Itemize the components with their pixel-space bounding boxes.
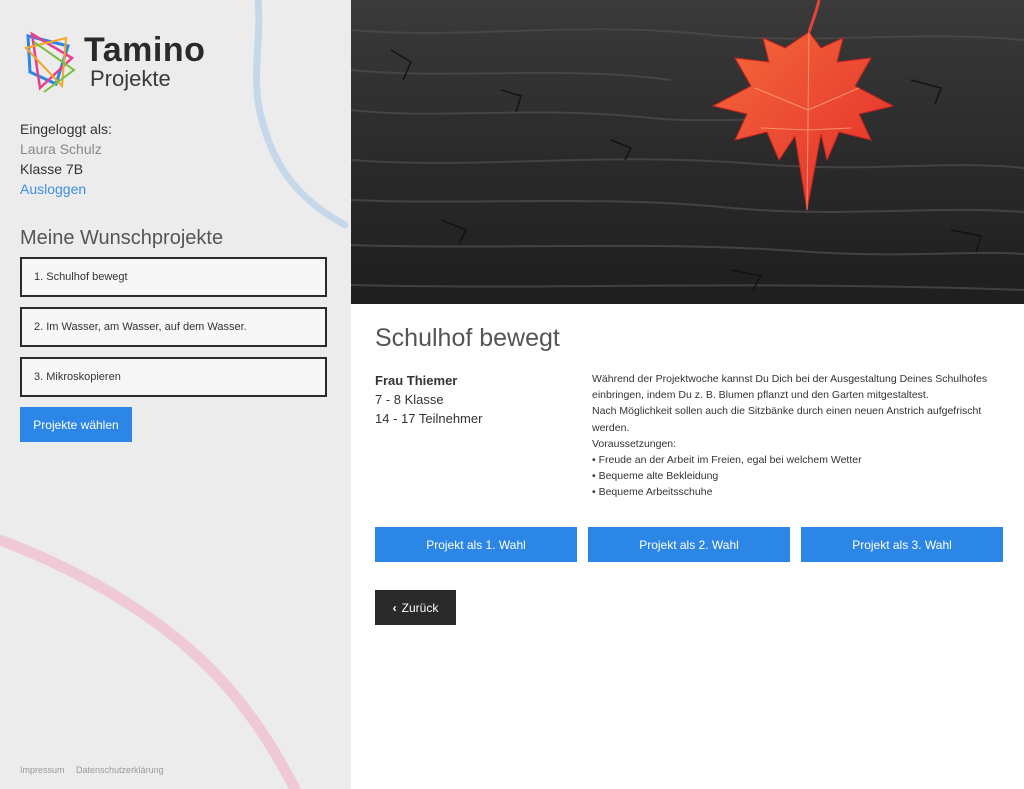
wishlist-item[interactable]: 2. Im Wasser, am Wasser, auf dem Wasser. [20,307,327,347]
logo[interactable]: Tamino Projekte [22,26,242,96]
privacy-link[interactable]: Datenschutzerklärung [76,765,164,775]
login-info: Eingeloggt als: Laura Schulz Klasse 7B A… [20,119,112,199]
wishlist-title: Meine Wunschprojekte [20,227,224,249]
hero-image [351,0,1024,304]
maple-leaf-on-bark-image [351,0,1024,304]
user-name: Laura Schulz [20,141,102,157]
requirements-heading: Voraussetzungen: [592,437,677,450]
logged-in-label: Eingeloggt als: [20,121,112,137]
chevron-left-icon: ‹ [392,600,397,615]
footer-links: Impressum Datenschutzerklärung [20,765,173,775]
back-label: Zurück [401,600,439,615]
requirement-item: • Freude an der Arbeit im Freien, egal b… [592,454,862,467]
sidebar: Tamino Projekte Eingeloggt als: Laura Sc… [0,0,351,789]
impressum-link[interactable]: Impressum [20,765,65,775]
choose-as-first-button[interactable]: Projekt als 1. Wahl [375,527,577,562]
project-participants: 14 - 17 Teilnehmer [375,411,483,426]
brand-name: Tamino [84,31,206,69]
project-description: Während der Projektwoche kannst Du Dich … [592,371,997,501]
back-button[interactable]: ‹ Zurück [375,590,456,625]
project-title: Schulhof bewegt [375,324,560,352]
wishlist: 1. Schulhof bewegt 2. Im Wasser, am Wass… [20,257,327,407]
requirement-item: • Bequeme alte Bekleidung [592,470,719,483]
project-teacher: Frau Thiemer [375,373,458,388]
project-grades: 7 - 8 Klasse [375,392,444,407]
description-paragraph: Nach Möglichkeit sollen auch die Sitzbän… [592,405,982,434]
choose-as-third-button[interactable]: Projekt als 3. Wahl [801,527,1003,562]
requirement-item: • Bequeme Arbeitsschuhe [592,486,713,499]
choose-as-second-button[interactable]: Projekt als 2. Wahl [588,527,790,562]
wishlist-item[interactable]: 3. Mikroskopieren [20,357,327,397]
brand-subtitle: Projekte [90,66,171,91]
description-paragraph: Während der Projektwoche kannst Du Dich … [592,373,988,402]
user-class: Klasse 7B [20,161,84,177]
wishlist-item[interactable]: 1. Schulhof bewegt [20,257,327,297]
logo-mark-icon [24,31,76,93]
choose-projects-button[interactable]: Projekte wählen [20,407,132,442]
project-info: Frau Thiemer 7 - 8 Klasse 14 - 17 Teilne… [375,371,482,428]
logout-link[interactable]: Ausloggen [20,181,86,197]
